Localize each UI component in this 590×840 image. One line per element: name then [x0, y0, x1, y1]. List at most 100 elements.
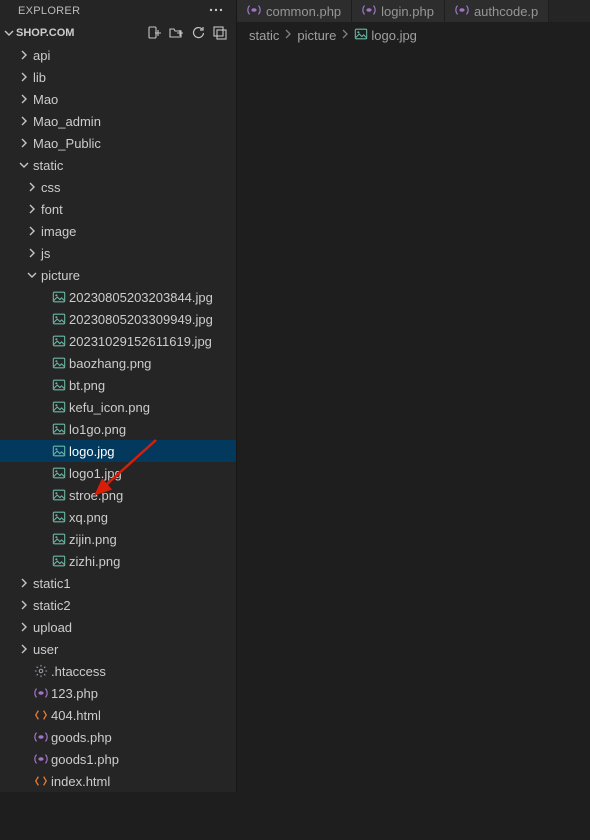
- collapse-icon[interactable]: [212, 25, 228, 41]
- item-label: lib: [32, 70, 46, 85]
- item-label: 20230805203203844.jpg: [68, 290, 213, 305]
- image-icon: [50, 422, 68, 436]
- folder-item[interactable]: static1: [0, 572, 236, 594]
- file-item[interactable]: stroe.png: [0, 484, 236, 506]
- folder-item[interactable]: image: [0, 220, 236, 242]
- php-icon: [455, 3, 469, 20]
- item-label: css: [40, 180, 61, 195]
- item-label: lo1go.png: [68, 422, 126, 437]
- tab-label: common.php: [266, 4, 341, 19]
- chevron-right-icon: [24, 247, 40, 259]
- breadcrumb[interactable]: static picture logo.jpg: [237, 22, 590, 48]
- image-icon: [50, 400, 68, 414]
- file-item[interactable]: logo1.jpg: [0, 462, 236, 484]
- folder-item[interactable]: static: [0, 154, 236, 176]
- chevron-right-icon: [24, 203, 40, 215]
- item-label: js: [40, 246, 50, 261]
- chevron-right-icon: [339, 28, 351, 43]
- file-item[interactable]: 20230805203203844.jpg: [0, 286, 236, 308]
- image-icon: [50, 466, 68, 480]
- editor-tab[interactable]: common.php: [237, 0, 352, 22]
- file-item[interactable]: index.html: [0, 770, 236, 792]
- breadcrumb-part[interactable]: picture: [297, 28, 336, 43]
- project-name: SHOP.COM: [16, 27, 146, 39]
- file-item[interactable]: bt.png: [0, 374, 236, 396]
- file-item[interactable]: zijin.png: [0, 528, 236, 550]
- file-item[interactable]: zizhi.png: [0, 550, 236, 572]
- file-tree: api lib Mao Mao_admin Mao_Publicstatic css fon…: [0, 44, 236, 792]
- refresh-icon[interactable]: [190, 25, 206, 41]
- explorer-header: EXPLORER: [0, 0, 236, 22]
- item-label: stroe.png: [68, 488, 123, 503]
- item-label: goods1.php: [50, 752, 119, 767]
- chevron-right-icon: [16, 621, 32, 633]
- chevron-right-icon: [16, 49, 32, 61]
- editor-tab[interactable]: login.php: [352, 0, 445, 22]
- file-item[interactable]: baozhang.png: [0, 352, 236, 374]
- html-icon: [32, 708, 50, 722]
- folder-item[interactable]: font: [0, 198, 236, 220]
- image-icon: [50, 444, 68, 458]
- file-item[interactable]: 404.html: [0, 704, 236, 726]
- folder-item[interactable]: static2: [0, 594, 236, 616]
- chevron-right-icon: [24, 181, 40, 193]
- item-label: .htaccess: [50, 664, 106, 679]
- chevron-right-icon: [16, 137, 32, 149]
- image-icon: [50, 356, 68, 370]
- item-label: image: [40, 224, 76, 239]
- item-label: upload: [32, 620, 72, 635]
- item-label: picture: [40, 268, 80, 283]
- image-icon: [50, 290, 68, 304]
- file-item[interactable]: lo1go.png: [0, 418, 236, 440]
- folder-item[interactable]: user: [0, 638, 236, 660]
- item-label: 20230805203309949.jpg: [68, 312, 213, 327]
- file-item[interactable]: 20230805203309949.jpg: [0, 308, 236, 330]
- item-label: Mao: [32, 92, 58, 107]
- tab-label: login.php: [381, 4, 434, 19]
- chevron-right-icon: [16, 71, 32, 83]
- item-label: 404.html: [50, 708, 101, 723]
- file-item[interactable]: goods1.php: [0, 748, 236, 770]
- folder-item[interactable]: js: [0, 242, 236, 264]
- image-icon: [50, 488, 68, 502]
- folder-item[interactable]: lib: [0, 66, 236, 88]
- gear-icon: [32, 664, 50, 678]
- tab-label: authcode.p: [474, 4, 538, 19]
- breadcrumb-file[interactable]: logo.jpg: [371, 28, 417, 43]
- item-label: logo1.jpg: [68, 466, 122, 481]
- item-label: kefu_icon.png: [68, 400, 150, 415]
- file-item[interactable]: 20231029152611619.jpg: [0, 330, 236, 352]
- explorer-title: EXPLORER: [18, 5, 80, 17]
- new-folder-icon[interactable]: [168, 25, 184, 41]
- image-icon: [50, 312, 68, 326]
- item-label: user: [32, 642, 58, 657]
- file-item[interactable]: goods.php: [0, 726, 236, 748]
- file-item[interactable]: logo.jpg: [0, 440, 236, 462]
- explorer-sidebar: EXPLORER SHOP.COM api lib Mao Mao_admin Mao_…: [0, 0, 237, 792]
- folder-item[interactable]: Mao_admin: [0, 110, 236, 132]
- folder-item[interactable]: upload: [0, 616, 236, 638]
- item-label: font: [40, 202, 63, 217]
- file-item[interactable]: 123.php: [0, 682, 236, 704]
- chevron-right-icon: [24, 225, 40, 237]
- editor-tab[interactable]: authcode.p: [445, 0, 549, 22]
- php-icon: [32, 686, 50, 700]
- item-label: 20231029152611619.jpg: [68, 334, 212, 349]
- chevron-down-icon: [16, 159, 32, 171]
- chevron-right-icon: [16, 599, 32, 611]
- folder-item[interactable]: api: [0, 44, 236, 66]
- more-icon[interactable]: [204, 0, 228, 23]
- folder-item[interactable]: css: [0, 176, 236, 198]
- file-item[interactable]: kefu_icon.png: [0, 396, 236, 418]
- file-item[interactable]: .htaccess: [0, 660, 236, 682]
- file-item[interactable]: xq.png: [0, 506, 236, 528]
- project-header[interactable]: SHOP.COM: [0, 22, 236, 44]
- editor-body: [237, 48, 590, 792]
- item-label: Mao_Public: [32, 136, 101, 151]
- folder-item[interactable]: Mao: [0, 88, 236, 110]
- breadcrumb-part[interactable]: static: [249, 28, 279, 43]
- new-file-icon[interactable]: [146, 25, 162, 41]
- editor-tabs: common.php login.php authcode.p: [237, 0, 590, 22]
- folder-item[interactable]: Mao_Public: [0, 132, 236, 154]
- folder-item[interactable]: picture: [0, 264, 236, 286]
